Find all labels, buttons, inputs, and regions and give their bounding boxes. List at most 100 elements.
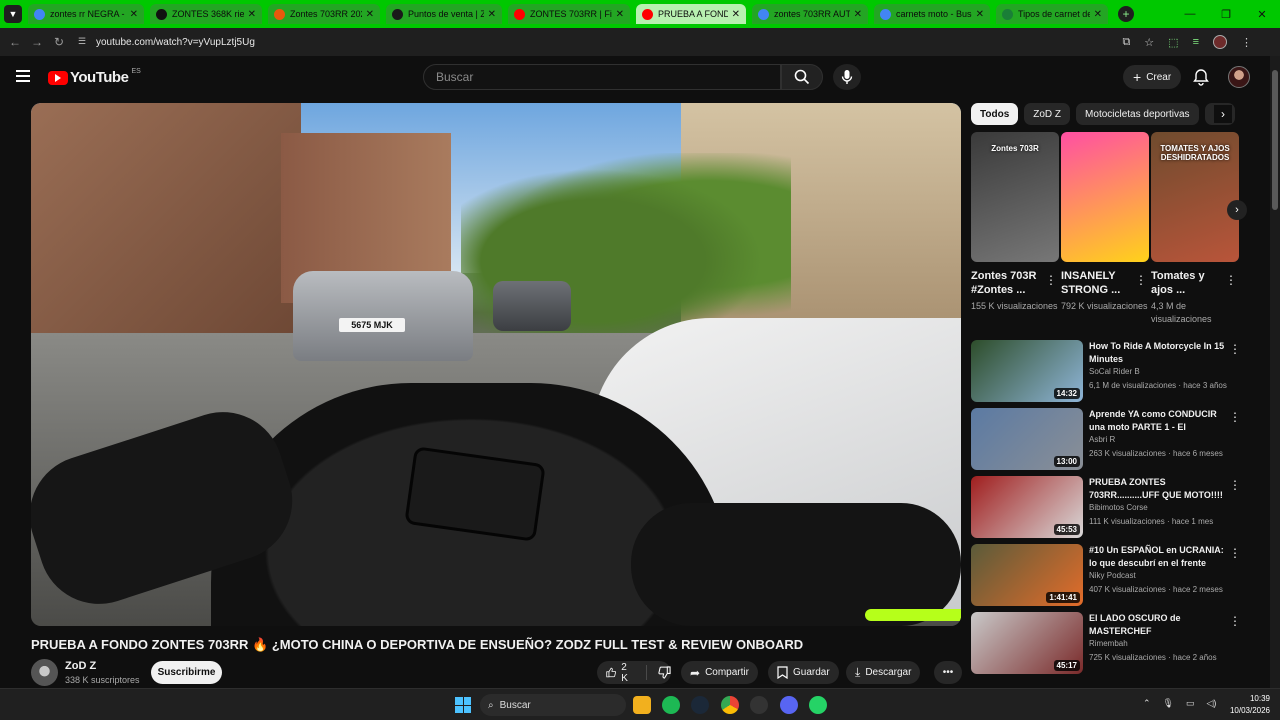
video-title[interactable]: El LADO OSCURO de MASTERCHEF [1089, 612, 1225, 638]
recommended-video[interactable]: 45:17 El LADO OSCURO de MASTERCHEF Rimemba… [971, 612, 1241, 674]
share-button[interactable]: ➦ Compartir [681, 661, 758, 684]
account-avatar[interactable] [1228, 66, 1250, 88]
filter-chip[interactable]: Motocicletas deportivas [1076, 103, 1199, 125]
tab-close-icon[interactable]: ✕ [248, 9, 256, 20]
search-button[interactable] [781, 64, 823, 90]
tab-search-button[interactable]: ▼ [4, 5, 22, 23]
scrollbar-thumb[interactable] [1272, 70, 1278, 210]
site-info-icon[interactable]: ☰ [78, 36, 90, 48]
back-icon[interactable]: ← [4, 35, 26, 49]
forward-icon[interactable]: → [26, 35, 48, 49]
more-vertical-icon[interactable]: ⋮ [1229, 410, 1241, 424]
shorts-next-button[interactable]: › [1227, 200, 1247, 220]
video-channel[interactable]: Bibimotos Corse [1089, 503, 1148, 512]
search-input[interactable] [436, 70, 780, 84]
like-button[interactable]: 2 K [606, 662, 633, 684]
tab-close-icon[interactable]: ✕ [976, 9, 984, 20]
browser-tab[interactable]: Puntos de venta | ZO ✕ [386, 4, 502, 24]
short-card[interactable]: Zontes 703R Zontes 703R #Zontes ... 155 K … [971, 132, 1059, 313]
video-channel[interactable]: SoCal Rider B [1089, 367, 1140, 376]
dislike-button[interactable] [658, 666, 671, 679]
more-vertical-icon[interactable]: ⋮ [1045, 273, 1057, 287]
more-vertical-icon[interactable]: ⋮ [1229, 614, 1241, 628]
cast-icon[interactable]: ⧉ [1122, 36, 1130, 49]
video-thumbnail[interactable]: 13:00 [971, 408, 1083, 470]
channel-name[interactable]: ZoD Z [65, 660, 96, 672]
video-player[interactable]: 5675 MJK [31, 103, 961, 626]
network-icon[interactable]: ▭ [1186, 698, 1195, 709]
browser-tab[interactable]: carnets moto - Busc ✕ [874, 4, 990, 24]
video-channel[interactable]: Rimembah [1089, 639, 1128, 648]
video-title[interactable]: #10 Un ESPAÑOL en UCRANIA: lo que descub… [1089, 544, 1225, 570]
video-title[interactable]: PRUEBA ZONTES 703RR..........UFF QUE MOT… [1089, 476, 1225, 502]
save-button[interactable]: Guardar [768, 661, 839, 684]
tab-close-icon[interactable]: ✕ [616, 9, 624, 20]
notifications-button[interactable] [1192, 68, 1210, 86]
short-card[interactable]: TOMATES Y AJOS DESHIDRATADOS Tomates y aj… [1151, 132, 1239, 326]
tab-close-icon[interactable]: ✕ [854, 9, 862, 20]
more-vertical-icon[interactable]: ⋮ [1229, 478, 1241, 492]
extension-icon[interactable]: ⬚ [1168, 36, 1178, 49]
video-thumbnail[interactable]: 45:53 [971, 476, 1083, 538]
video-thumbnail[interactable]: 1:41:41 [971, 544, 1083, 606]
tab-close-icon[interactable]: ✕ [488, 9, 496, 20]
short-thumbnail[interactable]: Zontes 703R [971, 132, 1059, 262]
tab-groups-icon[interactable]: ≡ [1193, 36, 1199, 48]
tab-close-icon[interactable]: ✕ [130, 9, 138, 20]
taskbar-search[interactable]: ⌕ Buscar [480, 694, 626, 716]
browser-tab[interactable]: ZONTES 703RR | First ✕ [508, 4, 630, 24]
recommended-video[interactable]: 14:32 How To Ride A Motorcycle In 15 Minu… [971, 340, 1241, 402]
short-thumbnail[interactable]: TOMATES Y AJOS DESHIDRATADOS [1151, 132, 1239, 262]
microphone-tray-icon[interactable]: 🎙 [1163, 698, 1174, 709]
more-vertical-icon[interactable]: ⋮ [1229, 546, 1241, 560]
chevron-up-icon[interactable]: ⌃ [1143, 698, 1151, 709]
reload-icon[interactable]: ↻ [48, 35, 70, 49]
short-title[interactable]: Tomates y ajos ... [1151, 269, 1221, 297]
bookmark-star-icon[interactable]: ☆ [1144, 36, 1154, 49]
short-title[interactable]: INSANELY STRONG ... [1061, 269, 1131, 297]
download-button[interactable]: ⤓ Descargar [846, 661, 921, 684]
filter-chip[interactable]: ZoD Z [1024, 103, 1071, 125]
youtube-logo[interactable]: YouTube ES [48, 68, 141, 86]
more-actions-button[interactable]: ••• [934, 661, 962, 684]
profile-avatar[interactable] [1213, 35, 1227, 49]
browser-tab[interactable]: Zontes 703RR 202 ✕ [268, 4, 380, 24]
filter-chip[interactable]: Todos [971, 103, 1019, 125]
tab-close-icon[interactable]: ✕ [732, 9, 740, 20]
browser-tab[interactable]: zontes rr NEGRA - Bu ✕ [28, 4, 144, 24]
volume-icon[interactable]: ◁) [1207, 698, 1217, 709]
discord-icon[interactable] [780, 696, 798, 714]
more-vertical-icon[interactable]: ⋮ [1135, 273, 1147, 287]
chrome-icon[interactable] [721, 696, 739, 714]
url-field[interactable]: ☰ youtube.com/watch?v=yVupLztj5Ug [78, 36, 255, 48]
video-channel[interactable]: Asbri R [1089, 435, 1115, 444]
tab-close-icon[interactable]: ✕ [1094, 9, 1102, 20]
chrome-alt-icon[interactable] [750, 696, 768, 714]
subscribe-button[interactable]: Suscribirme [151, 661, 222, 684]
taskbar-clock[interactable]: 10:39 10/03/2026 [1230, 693, 1270, 717]
video-thumbnail[interactable]: 45:17 [971, 612, 1083, 674]
recommended-video[interactable]: 13:00 Aprende YA como CONDUCIR una moto P… [971, 408, 1241, 470]
hamburger-menu-icon[interactable] [16, 70, 30, 82]
browser-tab[interactable]: PRUEBA A FOND ✕ [636, 4, 746, 24]
whatsapp-icon[interactable] [809, 696, 827, 714]
close-window-button[interactable]: ✕ [1244, 0, 1280, 28]
spotify-icon[interactable] [662, 696, 680, 714]
short-title[interactable]: Zontes 703R #Zontes ... [971, 269, 1041, 297]
browser-menu-icon[interactable]: ⋮ [1241, 36, 1252, 49]
video-title[interactable]: How To Ride A Motorcycle In 15 Minutes [1089, 340, 1225, 366]
short-card[interactable]: INSANELY STRONG ... 792 K visualizaciones… [1061, 132, 1149, 313]
recommended-video[interactable]: 45:53 PRUEBA ZONTES 703RR..........UFF QU… [971, 476, 1241, 538]
maximize-button[interactable]: ❐ [1208, 0, 1244, 28]
new-tab-button[interactable]: + [1118, 6, 1134, 22]
video-title[interactable]: Aprende YA como CONDUCIR una moto PARTE … [1089, 408, 1225, 434]
channel-avatar[interactable] [31, 659, 58, 686]
chevron-right-icon[interactable]: › [1214, 105, 1232, 123]
tab-close-icon[interactable]: ✕ [366, 9, 374, 20]
recommended-video[interactable]: 1:41:41 #10 Un ESPAÑOL en UCRANIA: lo que… [971, 544, 1241, 606]
minimize-button[interactable]: — [1172, 0, 1208, 28]
more-vertical-icon[interactable]: ⋮ [1225, 273, 1237, 287]
short-thumbnail[interactable] [1061, 132, 1149, 262]
create-button[interactable]: + Crear [1123, 65, 1182, 89]
steam-icon[interactable] [691, 696, 709, 714]
